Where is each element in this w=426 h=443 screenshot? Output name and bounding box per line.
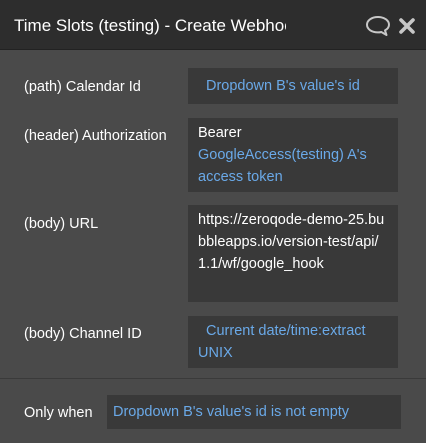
close-icon[interactable] <box>398 17 416 35</box>
url-value: https://zeroqode-demo-25.bubbleapps.io/v… <box>198 212 385 272</box>
only-when-condition-field[interactable]: Dropdown B's value's id is not empty <box>107 395 401 429</box>
url-label: (body) URL <box>24 216 99 232</box>
section-divider <box>0 378 426 379</box>
url-field[interactable]: https://zeroqode-demo-25.bubbleapps.io/v… <box>188 205 398 302</box>
calendar-id-field[interactable]: Dropdown B's value's id <box>188 68 398 104</box>
channel-id-value: Current date/time:extract UNIX <box>198 323 366 361</box>
panel-titlebar[interactable]: Time Slots (testing) - Create Webhook <box>0 0 426 50</box>
calendar-id-label: (path) Calendar Id <box>24 79 141 95</box>
only-when-label: Only when <box>24 405 93 421</box>
comment-icon[interactable] <box>365 15 391 37</box>
authorization-field[interactable]: Bearer GoogleAccess(testing) A's access … <box>188 118 398 192</box>
authorization-value: GoogleAccess(testing) A's access token <box>198 147 367 185</box>
authorization-label: (header) Authorization <box>24 128 167 144</box>
panel-title: Time Slots (testing) - Create Webhook <box>14 16 286 35</box>
channel-id-field[interactable]: Current date/time:extract UNIX <box>188 316 398 368</box>
channel-id-label: (body) Channel ID <box>24 326 142 342</box>
calendar-id-value: Dropdown B's value's id <box>206 78 360 94</box>
authorization-prefix: Bearer <box>198 125 242 141</box>
only-when-condition-value: Dropdown B's value's id is not empty <box>113 404 350 420</box>
workflow-action-panel: Time Slots (testing) - Create Webhook (p… <box>0 0 426 443</box>
